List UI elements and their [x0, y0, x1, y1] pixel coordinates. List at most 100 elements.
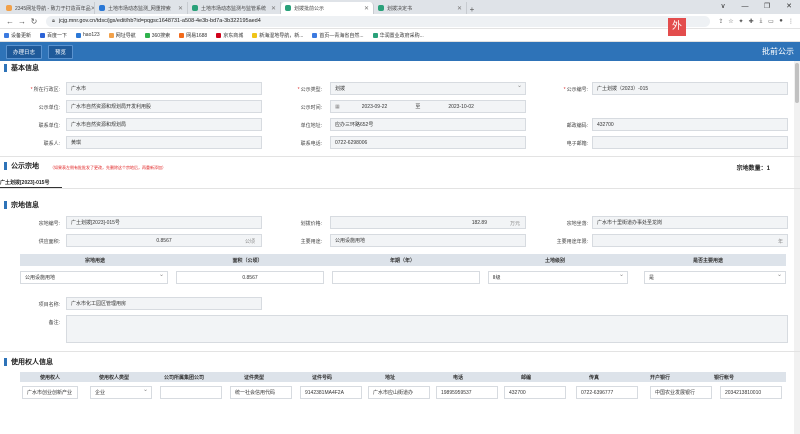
- bookmark-item[interactable]: 首页—青海省自然...: [312, 32, 364, 39]
- term-field[interactable]: [592, 234, 788, 247]
- use-table-header: 宗地用途 面积（公顷） 年期（年） 土地级别 是否主要用途: [20, 254, 786, 266]
- bookmark-label: 新海湿地导航，新...: [259, 32, 304, 39]
- row-use-select[interactable]: 公用设施用地: [20, 271, 168, 284]
- parcel-tab[interactable]: 广土划拨[2023]-015号: [0, 179, 62, 186]
- browser-tab-0[interactable]: 2345网址导航 - 致力于打造百年品✕: [2, 2, 95, 14]
- forward-icon[interactable]: →: [16, 17, 28, 26]
- menu-icon[interactable]: ⋮: [786, 18, 796, 25]
- use-field[interactable]: 公用设施用地: [330, 234, 526, 247]
- url-field[interactable]: 🔒︎ jcjg.mnr.gov.cn/tdsc/jgs/edit/hb?id=pq…: [46, 15, 710, 27]
- row-years-field[interactable]: [332, 271, 480, 284]
- back-icon[interactable]: ←: [4, 17, 16, 26]
- scrollbar-thumb[interactable]: [795, 63, 799, 103]
- close-icon[interactable]: ✕: [457, 5, 462, 12]
- parcel-note: （如果表左侧有批批发了更改，先删除这个宗地后，再重新添加）: [50, 165, 166, 170]
- bookmark-item[interactable]: 华润置业政府采购...: [372, 32, 424, 39]
- area-field[interactable]: 0.8567: [66, 234, 262, 247]
- extension-icon[interactable]: ✦: [736, 18, 746, 25]
- bookmark-item[interactable]: hao123: [76, 32, 100, 38]
- type-select[interactable]: 划拨: [330, 82, 526, 95]
- calendar-icon: ▦: [335, 103, 340, 110]
- use-label: 主要用途:: [300, 239, 322, 245]
- user-address-field[interactable]: 广水市应山街道办: [368, 386, 430, 399]
- user-cert-type-field[interactable]: 统一社会信用代码: [230, 386, 292, 399]
- user-fax-field[interactable]: 0722-6396777: [576, 386, 638, 399]
- scrollbar[interactable]: [794, 61, 800, 434]
- col-header: 面积（公顷）: [232, 257, 263, 264]
- parcel-no-field[interactable]: 广土划拨[2023]-015号: [66, 216, 262, 229]
- contact-unit-label: 联系单位:: [38, 123, 60, 129]
- code-field[interactable]: 广土划拨（2023）-015: [592, 82, 788, 95]
- region-field[interactable]: 广水市: [66, 82, 262, 95]
- url-text: jcjg.mnr.gov.cn/tdsc/jgs/edit/hb?id=pqgs…: [58, 18, 261, 24]
- tab-search-icon[interactable]: ∨: [712, 0, 734, 14]
- bookmark-item[interactable]: 网址导航: [108, 32, 136, 39]
- location-label: 宗地坐落:: [566, 221, 588, 227]
- phone-field[interactable]: 0722-6298006: [330, 136, 526, 149]
- profile-icon[interactable]: ●: [776, 18, 786, 24]
- sidebar-icon[interactable]: ▭: [766, 18, 776, 25]
- row-grade-select[interactable]: Ⅱ级: [488, 271, 628, 284]
- bookmark-item[interactable]: 360搜索: [144, 32, 170, 39]
- bookmark-label: 设备更新: [11, 32, 32, 39]
- maximize-icon[interactable]: ❐: [756, 0, 778, 14]
- col-header: 邮编: [520, 374, 531, 381]
- download-icon[interactable]: ⤓: [756, 18, 766, 25]
- user-cert-no-field[interactable]: 9142381MA4F2A: [300, 386, 362, 399]
- bookmark-item[interactable]: 网易1688: [179, 32, 207, 39]
- bookmark-label: 网址导航: [115, 32, 136, 39]
- browser-tab-2[interactable]: 土地市场动态监测与监管系统 ✕: [188, 2, 281, 14]
- bookmark-icon: [216, 32, 222, 38]
- email-field[interactable]: [592, 136, 788, 149]
- location-field[interactable]: 广水市十里街道办事处圣龙岗: [592, 216, 788, 229]
- minimize-icon[interactable]: —: [734, 0, 756, 14]
- browser-tab-4[interactable]: 划拨决定书 ✕: [374, 2, 467, 14]
- contact-unit-field[interactable]: 广水市自然资源和规划局: [66, 118, 262, 131]
- postcode-field[interactable]: 432700: [592, 118, 788, 131]
- window-close-icon[interactable]: ✕: [778, 0, 800, 14]
- bookmark-label: 京东商城: [223, 32, 244, 39]
- remark-field[interactable]: [66, 315, 788, 343]
- user-postcode-field[interactable]: 432700: [504, 386, 566, 399]
- page-title: 批前公示: [762, 47, 794, 56]
- browser-tab-3[interactable]: 划拨批前公示 ✕: [281, 2, 374, 14]
- bookmark-label: 网易1688: [186, 32, 208, 39]
- unit-field[interactable]: 广水市自然资源和规划局开发利用股: [66, 100, 262, 113]
- bookmark-item[interactable]: 京东商城: [216, 32, 243, 39]
- section-basic-info: 基本信息: [0, 63, 39, 73]
- share-icon[interactable]: ⇪: [716, 18, 726, 25]
- user-account-field[interactable]: 2034213810010: [720, 386, 782, 399]
- reload-icon[interactable]: ↻: [28, 17, 40, 26]
- close-icon[interactable]: ✕: [364, 5, 369, 12]
- user-type-select[interactable]: 企业: [90, 386, 152, 399]
- user-group-field[interactable]: [160, 386, 222, 399]
- close-icon[interactable]: ✕: [271, 5, 276, 12]
- browser-tab-1[interactable]: 土地市场动态监测_网重搜索 ✕: [95, 2, 188, 14]
- window-controls: ∨ — ❐ ✕: [712, 0, 800, 14]
- process-log-button[interactable]: 办理日志: [6, 44, 43, 59]
- close-icon[interactable]: ✕: [178, 5, 183, 12]
- col-header: 证件类型: [243, 374, 264, 381]
- col-header: 开户银行: [649, 374, 670, 381]
- puzzle-icon[interactable]: ✚: [746, 18, 756, 25]
- project-field[interactable]: 广水市化工园区管理用房: [66, 297, 262, 310]
- user-name-field[interactable]: 广水市创业创新产业: [22, 386, 78, 399]
- bookmark-item[interactable]: 百度一下: [40, 32, 67, 39]
- translate-extension-icon[interactable]: 外: [668, 18, 686, 36]
- address-field[interactable]: 应办三环路652号: [330, 118, 526, 131]
- new-tab-button[interactable]: +: [467, 5, 477, 14]
- user-bank-field[interactable]: 中国农业发展银行: [650, 386, 712, 399]
- person-field[interactable]: 黄琪: [66, 136, 262, 149]
- price-unit: 万元: [510, 221, 521, 227]
- col-header: 年期（年）: [389, 257, 415, 264]
- row-main-select[interactable]: 是: [644, 271, 786, 284]
- bookmark-item[interactable]: 设备更新: [4, 32, 31, 39]
- user-phone-field[interactable]: 19895959537: [436, 386, 498, 399]
- row-area-field[interactable]: 0.8567: [176, 271, 324, 284]
- period-field[interactable]: ▦ 2023-09-22 至 2023-10-02: [330, 100, 526, 113]
- bookmark-item[interactable]: 新海湿地导航，新...: [252, 32, 303, 39]
- star-icon[interactable]: ☆: [726, 18, 736, 25]
- preview-button[interactable]: 预览: [48, 44, 74, 59]
- section-user-info: 使用权人信息: [0, 357, 53, 367]
- price-field[interactable]: 182.89: [330, 216, 526, 229]
